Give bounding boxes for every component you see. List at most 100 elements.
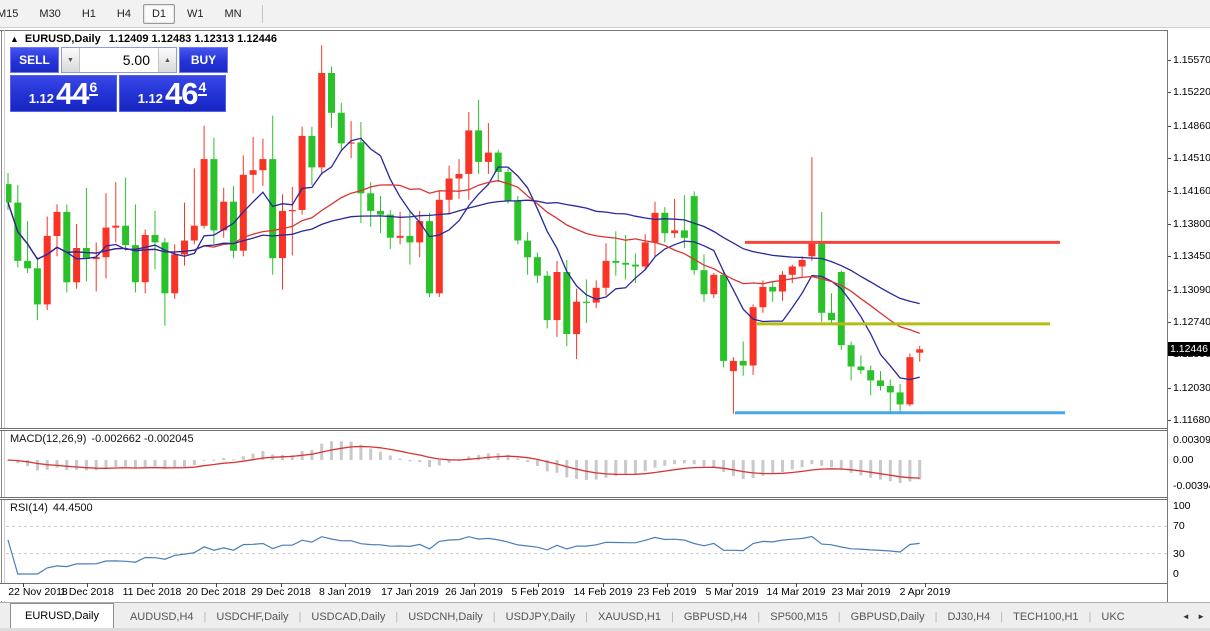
date-axis-label: 2 Apr 2019 [888, 586, 962, 598]
chart-title: ▲ EURUSD,Daily 1.12409 1.12483 1.12313 1.1… [10, 33, 277, 45]
rsi-indicator-pane[interactable] [6, 500, 1168, 583]
chart-tab-usdchf-daily[interactable]: USDCHF,Daily [206, 606, 298, 628]
one-click-trading-panel: SELL ▼ 5.00 ▲ BUY 1.12446 1.12464 [10, 47, 228, 112]
date-axis-label: 23 Mar 2019 [824, 586, 898, 598]
timeframe-button-m30[interactable]: M30 [30, 4, 69, 24]
price-axis-tick [1168, 60, 1171, 61]
timeframe-button-mn[interactable]: MN [216, 4, 251, 24]
rsi-value: 44.4500 [53, 502, 93, 514]
chart-tab-gbpusd-daily[interactable]: GBPUSD,Daily [841, 606, 935, 628]
price-axis-tick [1168, 92, 1171, 93]
price-axis-label: 1.14510 [1173, 152, 1210, 164]
price-axis-label: 1.14160 [1173, 185, 1210, 197]
rsi-label: RSI(14)44.4500 [10, 502, 93, 514]
price-axis-label: 1.12740 [1173, 316, 1210, 328]
chart-tab-xauusd-h1[interactable]: XAUUSD,H1 [588, 606, 671, 628]
price-axis-tick [1168, 224, 1171, 225]
macd-axis-label: -0.003947 [1173, 480, 1210, 492]
window-left-edge [1, 30, 2, 602]
price-axis-label: 1.13090 [1173, 284, 1210, 296]
date-axis-label: 8 Jan 2019 [308, 586, 382, 598]
price-axis-label: 1.15570 [1173, 54, 1210, 66]
price-axis[interactable]: 1.15570 1.15220 1.14860 1.14510 1.14160 1.138… [1168, 30, 1210, 602]
sell-price-prefix: 1.12 [29, 90, 54, 108]
price-axis-tick [1168, 420, 1171, 421]
timeframe-button-m15[interactable]: M15 [0, 4, 27, 24]
rsi-axis-label: 100 [1173, 500, 1191, 512]
date-axis-label: 11 Dec 2018 [115, 586, 189, 598]
chart-tab-tech100-h1[interactable]: TECH100,H1 [1003, 606, 1088, 628]
collapse-panel-icon[interactable]: ▲ [10, 34, 19, 44]
price-axis-tick [1168, 256, 1171, 257]
tab-scroll-buttons: ◄ ► [1177, 612, 1205, 621]
buy-button[interactable]: BUY [179, 47, 228, 73]
price-axis-tick [1168, 158, 1171, 159]
timeframe-toolbar: M15M30H1H4D1W1MN [0, 0, 1210, 28]
chart-ohlc-values: 1.12409 1.12483 1.12313 1.12446 [109, 33, 277, 45]
price-axis-label: 1.14860 [1173, 120, 1210, 132]
chart-tab-audusd-h4[interactable]: AUDUSD,H4 [120, 606, 204, 628]
price-axis-label: 1.13800 [1173, 218, 1210, 230]
price-axis-label: 1.11680 [1173, 414, 1210, 426]
macd-label: MACD(12,26,9)-0.002662 -0.002045 [10, 433, 194, 445]
volume-input[interactable]: 5.00 [80, 48, 158, 72]
chart-symbol-label: EURUSD,Daily [25, 33, 101, 45]
tab-scroll-left-icon[interactable]: ◄ [1182, 612, 1190, 621]
price-axis-tick [1168, 388, 1171, 389]
volume-decrease-button[interactable]: ▼ [62, 48, 80, 72]
volume-stepper: ▼ 5.00 ▲ [61, 47, 177, 73]
toolbar-separator [262, 5, 263, 23]
date-axis[interactable]: 22 Nov 20181 Dec 201811 Dec 201820 Dec 2… [0, 584, 1167, 601]
price-axis-tick [1168, 322, 1171, 323]
volume-increase-button[interactable]: ▲ [158, 48, 176, 72]
macd-axis-label: 0.003095 [1173, 434, 1210, 446]
timeframe-button-h4[interactable]: H4 [108, 4, 140, 24]
buy-price-pips: 46 [165, 79, 197, 108]
tab-scroll-right-icon[interactable]: ► [1197, 612, 1205, 621]
price-axis-label: 1.13450 [1173, 250, 1210, 262]
chart-tab-gbpusd-h4[interactable]: GBPUSD,H4 [674, 606, 758, 628]
sell-price-point: 6 [89, 80, 99, 96]
current-price-tag: 1.12446 [1168, 342, 1210, 356]
chart-tab-bar: EURUSD,DailyAUDUSD,H4|USDCHF,Daily|USDCA… [0, 602, 1210, 628]
chart-tab-dj30-h4[interactable]: DJ30,H4 [937, 606, 1000, 628]
date-axis-label: 14 Mar 2019 [759, 586, 833, 598]
sell-price-display[interactable]: 1.12446 [10, 75, 117, 112]
price-axis-label: 1.15220 [1173, 86, 1210, 98]
date-axis-label: 5 Feb 2019 [501, 586, 575, 598]
price-axis-tick [1168, 191, 1171, 192]
buy-price-point: 4 [198, 80, 208, 96]
mt4-terminal-window: M15M30H1H4D1W1MN ▲ EURUSD,Daily 1.12409 1.… [0, 0, 1210, 631]
timeframe-buttons: M15M30H1H4D1W1MN [2, 4, 251, 24]
chart-tab-ukc[interactable]: UKC [1091, 606, 1134, 628]
window-left-edge-inner [4, 30, 5, 602]
buy-price-display[interactable]: 1.12464 [119, 75, 226, 112]
price-axis-tick [1168, 290, 1171, 291]
macd-values: -0.002662 -0.002045 [91, 433, 193, 445]
chart-tab-usdcad-daily[interactable]: USDCAD,Daily [301, 606, 395, 628]
timeframe-button-h1[interactable]: H1 [73, 4, 105, 24]
date-axis-label: 14 Feb 2019 [566, 586, 640, 598]
buy-price-prefix: 1.12 [138, 90, 163, 108]
rsi-axis-label: 70 [1173, 520, 1185, 532]
chart-tab-usdcnh-daily[interactable]: USDCNH,Daily [398, 606, 493, 628]
rsi-axis-label: 0 [1173, 568, 1179, 580]
timeframe-button-w1[interactable]: W1 [178, 4, 213, 24]
chart-tab-usdjpy-daily[interactable]: USDJPY,Daily [496, 606, 586, 628]
rsi-axis-label: 30 [1173, 548, 1185, 560]
date-axis-label: 20 Dec 2018 [179, 586, 253, 598]
chart-tab-sp500-m15[interactable]: SP500,M15 [760, 606, 837, 628]
sell-price-pips: 44 [56, 79, 88, 108]
date-axis-label: 17 Jan 2019 [373, 586, 447, 598]
macd-axis-label: 0.00 [1173, 454, 1193, 466]
date-axis-label: 5 Mar 2019 [695, 586, 769, 598]
date-axis-label: 26 Jan 2019 [437, 586, 511, 598]
chart-tab-eurusd-daily[interactable]: EURUSD,Daily [10, 603, 114, 628]
price-axis-tick [1168, 126, 1171, 127]
date-axis-label: 1 Dec 2018 [50, 586, 124, 598]
date-axis-label: 23 Feb 2019 [630, 586, 704, 598]
date-axis-label: 29 Dec 2018 [244, 586, 318, 598]
sell-button[interactable]: SELL [10, 47, 59, 73]
price-axis-label: 1.12030 [1173, 382, 1210, 394]
timeframe-button-d1[interactable]: D1 [143, 4, 175, 24]
